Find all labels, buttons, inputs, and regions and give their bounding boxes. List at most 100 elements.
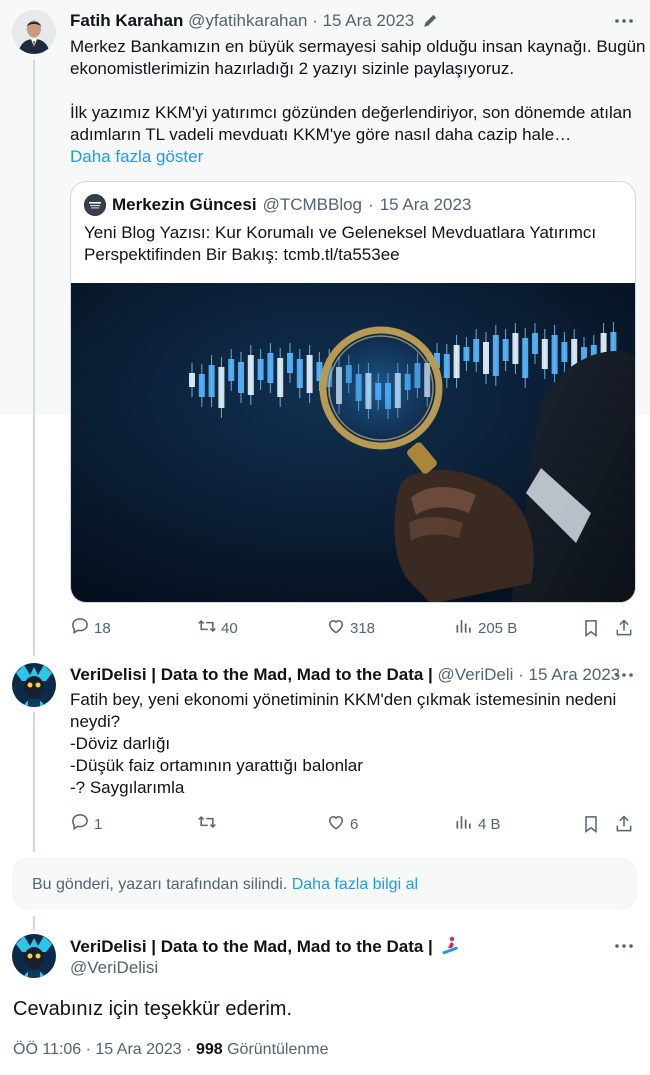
tweet2-text: Fatih bey, yeni ekonomi yönetiminin KKM'… [70,689,616,799]
candle-body [483,342,489,374]
candle-body [267,353,274,383]
bookmark-icon[interactable] [581,812,601,836]
tweet1-text-line: Merkez Bankamızın en büyük sermayesi sah… [70,37,646,56]
learn-more-link[interactable]: Daha fazla bilgi al [292,876,418,893]
candle-body [287,353,293,373]
candle-body [502,339,509,361]
more-icon[interactable] [612,936,636,956]
tweet1-text-line: adımların TL vadeli mevduatı KKM'ye göre… [70,125,572,144]
avatar-veridelisi[interactable] [12,934,56,978]
thread-line [33,916,35,930]
candle-body [561,342,568,362]
retweet-icon [197,616,217,640]
tweet1-handle[interactable]: @yfatihkarahan [188,11,307,30]
tweet1-actions: 18 40 318 205 B [70,616,636,640]
reply-button[interactable]: 18 [70,616,111,640]
more-icon[interactable] [612,11,636,31]
main-display-name[interactable]: VeriDelisi | Data to the Mad, Mad to the… [70,937,433,956]
show-more-link[interactable]: Daha fazla göster [70,146,646,168]
tweet2-text-line: Fatih bey, yeni ekonomi yönetiminin KKM'… [70,690,617,709]
candle-body [247,355,254,395]
candle-body [277,358,284,397]
tweet1-header: Fatih Karahan @yfatihkarahan · 15 Ara 20… [70,10,439,35]
like-icon [326,616,346,640]
tweet2-display-name[interactable]: VeriDelisi | Data to the Mad, Mad to the… [70,665,433,684]
tweet2-header: VeriDelisi | Data to the Mad, Mad to the… [70,664,620,686]
quote-logo [84,194,106,216]
candle-body [198,374,205,397]
main-views-label: Görüntülenme [227,1041,329,1058]
thread-line [33,60,35,656]
reply-count: 1 [94,815,103,833]
tweet2-actions: 1 6 4 B [70,812,636,836]
candle-body [208,365,215,397]
tweet2-text-line: -Döviz darlığı [70,734,171,753]
views-count: 4 B [478,815,501,833]
main-tweet-time[interactable]: ÖÖ 11:06 · 15 Ara 2023 · [13,1041,191,1058]
candle-body [218,367,225,408]
avatar-fatih-karahan[interactable] [12,10,56,54]
main-handle[interactable]: @VeriDelisi [70,957,158,979]
deleted-notice: Bu gönderi, yazarı tarafından silindi. D… [13,858,636,909]
candle-body [512,333,519,364]
views-icon [454,812,474,836]
like-icon [326,812,346,836]
tweet1-date[interactable]: 15 Ara 2023 [323,11,415,30]
views-button[interactable]: 4 B [454,812,501,836]
tweet2-sep: · [518,665,524,684]
retweet-button[interactable]: 40 [197,616,238,640]
more-icon[interactable] [612,665,636,685]
quote-text-line: Perspektifinden Bir Bakış: tcmb.tl/ta553… [84,245,400,264]
quote-date: 15 Ara 2023 [379,195,472,214]
tweet1-display-name[interactable]: Fatih Karahan [70,11,183,30]
main-tweet-text: Cevabınız için teşekkür ederim. [13,998,293,1020]
tweet2-text-line: -Düşük faiz ortamının yarattığı balonlar [70,756,363,775]
like-button[interactable]: 318 [326,616,375,640]
views-count: 205 B [478,619,518,637]
quote-image[interactable] [71,283,635,602]
candle-body [238,362,244,393]
candle-body [306,355,313,393]
like-button[interactable]: 6 [326,812,358,836]
tweet2-date[interactable]: 15 Ara 2023 [529,665,621,684]
views-icon [454,616,474,640]
tweet2-text-line: -? Saygılarımla [70,778,185,797]
like-count: 318 [350,619,376,637]
thread-line [33,712,35,852]
tweet1-text: Merkez Bankamızın en büyük sermayesi sah… [70,36,646,168]
candle-body [492,335,499,376]
main-tweet-meta: ÖÖ 11:06 · 15 Ara 2023 · 998 Görüntülenm… [13,1039,328,1061]
like-count: 6 [350,815,359,833]
quote-handle: @TCMBBlog [262,195,363,214]
quote-sep: · [368,195,374,214]
candle-body [541,339,548,369]
reply-icon [70,616,90,640]
deleted-notice-text: Bu gönderi, yazarı tarafından silindi. [32,876,288,893]
candle-body [463,347,470,361]
candle-body [473,339,480,362]
candle-body [453,345,460,378]
tweet1-text-line: ekonomistlerimizin hazırladığı 2 yazıyı … [70,59,515,78]
reply-button[interactable]: 1 [70,812,102,836]
views-button[interactable]: 205 B [454,616,517,640]
main-views-count: 998 [195,1041,223,1058]
candle-body [189,373,195,387]
reply-count: 18 [94,619,111,637]
tweet1-sep: · [312,11,318,30]
quote-card[interactable]: Merkezin Güncesi @TCMBBlog · 15 Ara 2023… [70,181,636,603]
quote-text-line: Yeni Blog Yazısı: Kur Korumalı ve Gelene… [84,223,597,242]
candle-body [532,333,538,354]
candle-body [443,354,450,378]
snowboard-emoji [440,935,460,961]
bookmark-icon[interactable] [581,616,601,640]
quote-display-name[interactable]: Merkezin Güncesi [112,194,257,216]
tweet1-text-line: İlk yazımız KKM'yi yatırımcı gözünden de… [70,103,632,122]
share-icon[interactable] [614,616,634,640]
candle-body [257,359,264,380]
avatar-veridelisi[interactable] [12,663,56,707]
tweet2-text-line: neydi? [70,712,121,731]
share-icon[interactable] [614,812,634,836]
pencil-icon [422,12,439,35]
tweet2-handle[interactable]: @VeriDeli [438,665,514,684]
retweet-button[interactable] [197,812,221,836]
